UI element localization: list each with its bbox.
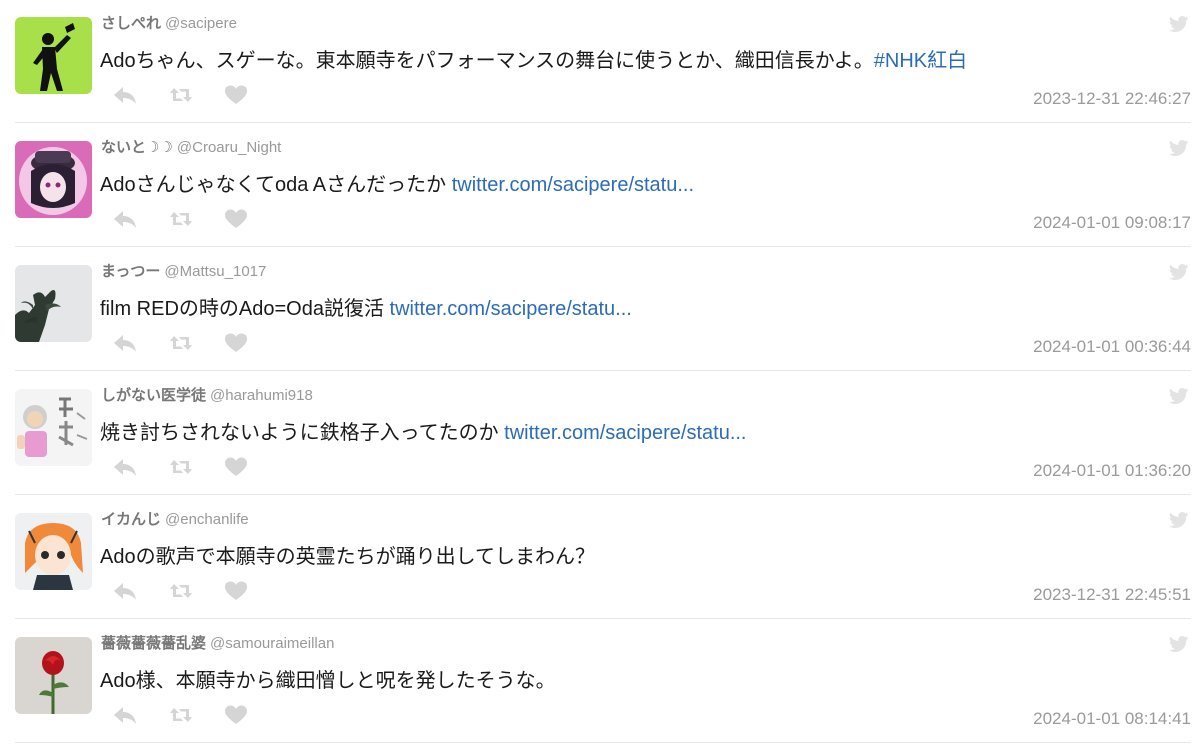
tweet-header: 薔薇薔薇薔乱婆 @samouraimeillan [101, 634, 334, 654]
user-name[interactable]: イカんじ [101, 511, 161, 528]
hashtag-link[interactable]: #NHK紅白 [874, 50, 967, 72]
reply-icon[interactable] [112, 455, 138, 479]
avatar[interactable] [15, 141, 92, 218]
tweet-body: Adoちゃん、スゲーな。東本願寺をパフォーマンスの舞台に使うとか、織田信長かよ。 [100, 50, 874, 72]
status-link[interactable]: twitter.com/sacipere/statu... [452, 174, 694, 196]
tweet-header: しがない医学徒 @harahumi918 [101, 386, 313, 406]
avatar[interactable] [15, 389, 92, 466]
twitter-bird-icon[interactable] [1169, 263, 1189, 281]
tweet-feed: さしぺれ @sacipere Adoちゃん、スゲーな。東本願寺をパフォーマンスの舞… [0, 0, 1200, 755]
reply-icon[interactable] [112, 331, 138, 355]
tweet-text: film REDの時のAdo=Oda説復活 twitter.com/sacipe… [100, 295, 632, 323]
retweet-icon[interactable] [168, 207, 194, 231]
user-handle[interactable]: @samouraimeillan [210, 635, 334, 652]
user-name[interactable]: しがない医学徒 [101, 387, 206, 404]
retweet-icon[interactable] [168, 703, 194, 727]
twitter-bird-icon[interactable] [1169, 387, 1189, 405]
tweet-card: しがない医学徒 @harahumi918 焼き討ちされないように鉄格子入ってたのか… [15, 372, 1191, 495]
user-name[interactable]: 薔薇薔薇薔乱婆 [101, 635, 206, 652]
twitter-bird-icon[interactable] [1169, 635, 1189, 653]
heart-icon[interactable] [223, 703, 249, 727]
retweet-icon[interactable] [168, 579, 194, 603]
tweet-text: Adoさんじゃなくてoda Aさんだったか twitter.com/sacipe… [100, 171, 694, 199]
tweet-body: Adoさんじゃなくてoda Aさんだったか [100, 174, 452, 196]
tweet-body: Adoの歌声で本願寺の英霊たちが踊り出してしまわん？ [100, 546, 595, 568]
tweet-card: まっつー @Mattsu_1017 film REDの時のAdo=Oda説復活 t… [15, 248, 1191, 371]
reply-icon[interactable] [112, 83, 138, 107]
heart-icon[interactable] [223, 455, 249, 479]
status-link[interactable]: twitter.com/sacipere/statu... [504, 422, 746, 444]
retweet-icon[interactable] [168, 83, 194, 107]
retweet-icon[interactable] [168, 331, 194, 355]
reply-icon[interactable] [112, 703, 138, 727]
reply-icon[interactable] [112, 207, 138, 231]
heart-icon[interactable] [223, 207, 249, 231]
avatar[interactable] [15, 637, 92, 714]
reply-icon[interactable] [112, 579, 138, 603]
tweet-body: 焼き討ちされないように鉄格子入ってたのか [100, 422, 505, 444]
user-name[interactable]: ないと☽☽ [101, 139, 173, 156]
user-handle[interactable]: @enchanlife [165, 511, 249, 528]
user-handle[interactable]: @Croaru_Night [177, 139, 281, 156]
tweet-header: イカんじ @enchanlife [101, 510, 249, 530]
tweet-timestamp[interactable]: 2024-01-01 08:14:41 [1033, 708, 1191, 730]
tweet-text: Adoの歌声で本願寺の英霊たちが踊り出してしまわん？ [100, 543, 595, 571]
tweet-header: ないと☽☽ @Croaru_Night [101, 138, 281, 158]
tweet-timestamp[interactable]: 2023-12-31 22:45:51 [1033, 584, 1191, 606]
tweet-card: さしぺれ @sacipere Adoちゃん、スゲーな。東本願寺をパフォーマンスの舞… [15, 0, 1191, 123]
tweet-body: film REDの時のAdo=Oda説復活 [100, 298, 390, 320]
tweet-header: まっつー @Mattsu_1017 [101, 262, 266, 282]
user-name[interactable]: まっつー [101, 263, 160, 280]
tweet-text: 焼き討ちされないように鉄格子入ってたのか twitter.com/saciper… [100, 419, 747, 447]
retweet-icon[interactable] [168, 455, 194, 479]
avatar[interactable] [15, 17, 92, 94]
tweet-timestamp[interactable]: 2024-01-01 09:08:17 [1033, 212, 1191, 234]
twitter-bird-icon[interactable] [1169, 15, 1189, 33]
tweet-timestamp[interactable]: 2023-12-31 22:46:27 [1033, 88, 1191, 110]
user-handle[interactable]: @harahumi918 [210, 387, 313, 404]
tweet-header: さしぺれ @sacipere [101, 14, 237, 34]
tweet-card: 薔薇薔薇薔乱婆 @samouraimeillan Ado様、本願寺から織田憎しと呪… [15, 620, 1191, 743]
tweet-text: Ado様、本願寺から織田憎しと呪を発したそうな。 [100, 667, 556, 695]
tweet-card: イカんじ @enchanlife Adoの歌声で本願寺の英霊たちが踊り出してしまわ… [15, 496, 1191, 619]
tweet-text: Adoちゃん、スゲーな。東本願寺をパフォーマンスの舞台に使うとか、織田信長かよ。… [100, 47, 967, 75]
avatar[interactable] [15, 513, 92, 590]
user-name[interactable]: さしぺれ [101, 15, 161, 32]
status-link[interactable]: twitter.com/sacipere/statu... [390, 298, 632, 320]
heart-icon[interactable] [223, 331, 249, 355]
tweet-card: ないと☽☽ @Croaru_Night Adoさんじゃなくてoda Aさんだったか… [15, 124, 1191, 247]
user-handle[interactable]: @Mattsu_1017 [164, 263, 266, 280]
tweet-body: Ado様、本願寺から織田憎しと呪を発したそうな。 [100, 670, 556, 692]
tweet-timestamp[interactable]: 2024-01-01 00:36:44 [1033, 336, 1191, 358]
twitter-bird-icon[interactable] [1169, 139, 1189, 157]
twitter-bird-icon[interactable] [1169, 511, 1189, 529]
user-handle[interactable]: @sacipere [165, 15, 237, 32]
heart-icon[interactable] [223, 579, 249, 603]
tweet-timestamp[interactable]: 2024-01-01 01:36:20 [1033, 460, 1191, 482]
heart-icon[interactable] [223, 83, 249, 107]
avatar[interactable] [15, 265, 92, 342]
